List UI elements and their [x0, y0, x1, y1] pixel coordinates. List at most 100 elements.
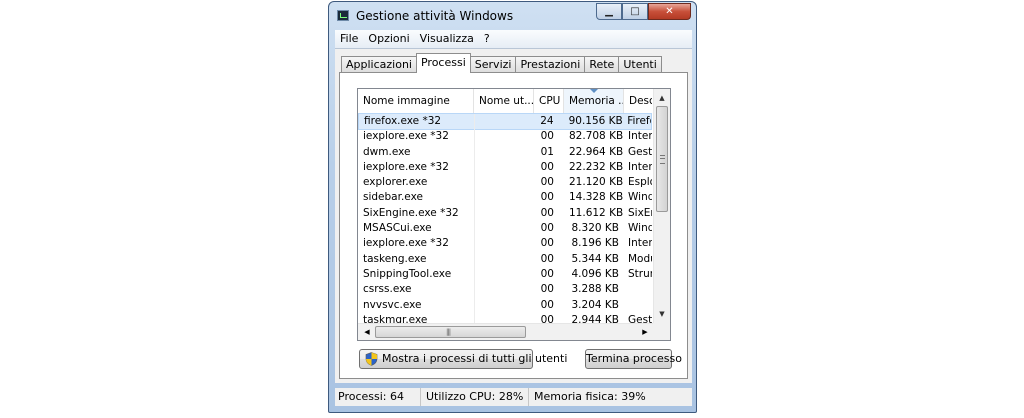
table-row[interactable]: sidebar.exe 00 14.328 KB Windo [358, 190, 652, 206]
cell-image-name: csrss.exe [363, 283, 412, 296]
tab-services[interactable]: Servizi [469, 56, 517, 73]
uac-shield-icon [365, 352, 378, 366]
maximize-button[interactable]: □ [622, 3, 648, 20]
minimize-button[interactable]: ▁ [596, 3, 622, 20]
process-rows: firefox.exe *32 24 90.156 KB Firefo iexplore… [358, 113, 652, 329]
cell-memory: 8.196 KB [571, 237, 620, 250]
cell-user-name [474, 266, 534, 283]
cell-memory: 8.320 KB [571, 222, 620, 235]
cell-memory: 21.120 KB [569, 176, 624, 189]
cell-memory: 3.204 KB [571, 298, 620, 311]
cell-user-name [474, 236, 534, 252]
scrollbar-corner [653, 323, 670, 340]
column-description[interactable]: Descri [624, 89, 652, 113]
cell-description [624, 298, 652, 313]
horizontal-scroll-thumb[interactable]: ||| [375, 326, 526, 338]
cell-memory: 3.288 KB [571, 283, 620, 296]
tab-strip: Applicazioni Processi Servizi Prestazion… [341, 53, 662, 73]
cell-description [624, 282, 652, 297]
cell-description: Interr [628, 160, 652, 173]
scroll-up-icon[interactable]: ▲ [655, 90, 669, 106]
table-row[interactable]: firefox.exe *32 24 90.156 KB Firefo [358, 113, 652, 131]
cell-image-name: iexplore.exe *32 [363, 160, 449, 173]
cell-cpu: 00 [540, 206, 554, 219]
status-processes: Processi: 64 [335, 388, 421, 406]
cell-description: Modul [628, 252, 652, 265]
cell-memory: 22.232 KB [569, 160, 624, 173]
cell-description: SixEng [628, 206, 652, 219]
close-icon: ✕ [665, 6, 674, 17]
cell-user-name [474, 114, 534, 130]
tab-users[interactable]: Utenti [618, 56, 662, 73]
cell-image-name: sidebar.exe [363, 191, 423, 204]
menu-view[interactable]: Visualizza [415, 30, 479, 48]
vertical-scrollbar[interactable]: ▲ ▼ [653, 89, 670, 323]
horizontal-scrollbar[interactable]: ◀ ||| ▶ [358, 323, 654, 340]
cell-cpu: 00 [540, 267, 554, 280]
cell-description: Strum [628, 267, 652, 280]
cell-cpu: 00 [540, 176, 554, 189]
cell-image-name: iexplore.exe *32 [363, 237, 449, 250]
table-row[interactable]: explorer.exe 00 21.120 KB Esplor [358, 175, 652, 191]
table-row[interactable]: nvvsvc.exe 00 3.204 KB [358, 297, 652, 313]
tab-processes[interactable]: Processi [415, 53, 471, 73]
table-row[interactable]: SixEngine.exe *32 00 11.612 KB SixEng [358, 205, 652, 222]
cell-memory: 5.344 KB [571, 252, 620, 265]
list-header: Nome immagine Nome ut... CPU Memoria ...… [358, 89, 652, 114]
cell-user-name [474, 190, 534, 206]
table-row[interactable]: iexplore.exe *32 00 82.708 KB Interr [358, 129, 652, 145]
tab-performance[interactable]: Prestazioni [515, 56, 586, 73]
table-row[interactable]: SnippingTool.exe 00 4.096 KB Strum [358, 266, 652, 283]
cell-image-name: SixEngine.exe *32 [363, 206, 459, 219]
column-memory[interactable]: Memoria ... [564, 89, 624, 113]
minimize-icon: ▁ [605, 6, 613, 17]
process-list[interactable]: Nome immagine Nome ut... CPU Memoria ...… [357, 88, 671, 341]
title-bar[interactable]: Gestione attività Windows ▁ □ ✕ [329, 2, 696, 30]
table-row[interactable]: csrss.exe 00 3.288 KB [358, 282, 652, 298]
maximize-icon: □ [630, 6, 640, 17]
table-row[interactable]: dwm.exe 01 22.964 KB Gestic [358, 144, 652, 160]
window-title: Gestione attività Windows [356, 9, 514, 23]
sort-descending-icon [589, 89, 598, 93]
cell-description: Interr [628, 130, 652, 143]
show-all-users-processes-button[interactable]: Mostra i processi di tutti gli utenti [359, 349, 567, 369]
cell-user-name [474, 144, 534, 160]
column-cpu[interactable]: CPU [534, 89, 564, 113]
cell-cpu: 24 [540, 115, 554, 127]
cell-description: Windo [628, 222, 652, 235]
table-row[interactable]: iexplore.exe *32 00 22.232 KB Interr [358, 159, 652, 176]
menu-file[interactable]: File [335, 30, 363, 48]
cell-memory: 11.612 KB [569, 206, 624, 219]
client-area: Applicazioni Processi Servizi Prestazion… [335, 49, 692, 383]
table-row[interactable]: iexplore.exe *32 00 8.196 KB Interr [358, 236, 652, 252]
column-user-name[interactable]: Nome ut... [474, 89, 534, 113]
status-bar: Processi: 64 Utilizzo CPU: 28% Memoria f… [335, 388, 692, 406]
end-process-button[interactable]: Termina processo [585, 349, 682, 369]
menu-help[interactable]: ? [479, 30, 495, 48]
column-image-name[interactable]: Nome immagine [358, 89, 474, 113]
table-row[interactable]: taskeng.exe 00 5.344 KB Modul [358, 251, 652, 267]
caption-buttons: ▁ □ ✕ [596, 3, 691, 21]
vertical-scroll-thumb[interactable] [656, 106, 668, 212]
grip-icon [660, 155, 665, 164]
cell-user-name [474, 221, 534, 237]
cell-cpu: 01 [540, 145, 554, 158]
table-row[interactable]: MSASCui.exe 00 8.320 KB Windo [358, 221, 652, 237]
status-physical-memory: Memoria fisica: 39% [534, 390, 646, 403]
cell-description: Esplor [628, 176, 652, 189]
cell-cpu: 00 [540, 191, 554, 204]
task-manager-window: Gestione attività Windows ▁ □ ✕ File Opz… [328, 1, 697, 413]
close-button[interactable]: ✕ [648, 3, 691, 20]
tab-network[interactable]: Rete [584, 56, 620, 73]
cell-user-name [474, 205, 534, 222]
grip-icon: ||| [446, 328, 451, 336]
tab-applications[interactable]: Applicazioni [341, 56, 417, 73]
scroll-right-icon[interactable]: ▶ [638, 325, 652, 339]
cell-cpu: 00 [540, 222, 554, 235]
cell-description: Firefo [627, 115, 651, 127]
scroll-left-icon[interactable]: ◀ [360, 325, 374, 339]
menu-options[interactable]: Opzioni [363, 30, 414, 48]
scroll-down-icon[interactable]: ▼ [655, 306, 669, 322]
cell-user-name [474, 282, 534, 298]
cell-description: Gestic [628, 145, 652, 158]
